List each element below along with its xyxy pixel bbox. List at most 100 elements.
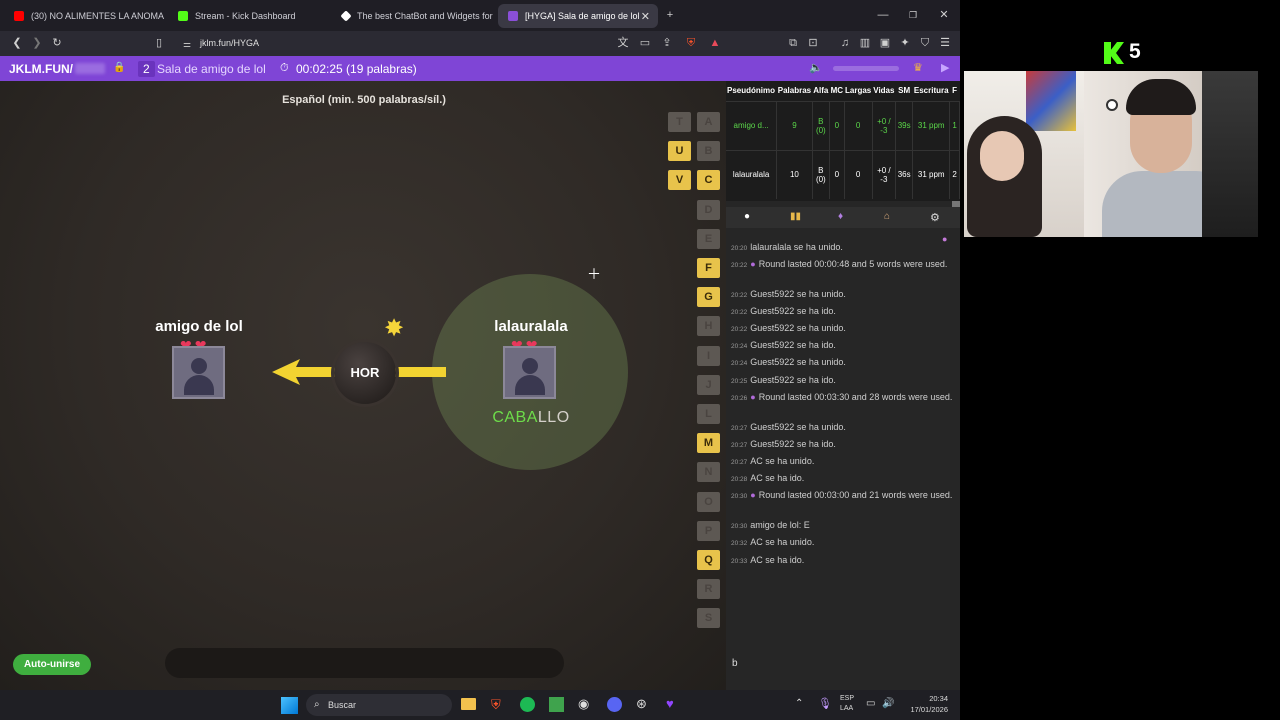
chat-timestamp: 20:27 bbox=[731, 442, 748, 449]
spotify-icon[interactable] bbox=[520, 697, 535, 712]
stats-header-cell[interactable]: SM bbox=[895, 81, 912, 101]
stats-table: Pseudónimo Palabras Alfa MC Largas Vidas SM Esc… bbox=[726, 81, 960, 199]
tab-botrix[interactable]: The best ChatBot and Widgets for Ki bbox=[332, 4, 494, 28]
stats-header-cell[interactable]: Largas bbox=[844, 81, 872, 101]
settings-tab-icon[interactable]: ⚙ bbox=[930, 211, 940, 224]
steam-icon[interactable]: ⊛ bbox=[636, 696, 647, 712]
lang-primary[interactable]: ESP bbox=[840, 695, 854, 702]
letter-tile: Q bbox=[697, 550, 720, 570]
ai-icon[interactable]: ✦ bbox=[898, 37, 912, 49]
chat-text: Guest5922 se ha ido. bbox=[750, 439, 836, 449]
sidebar-icon[interactable]: ▥ bbox=[858, 37, 872, 49]
maximize-icon[interactable]: ❐ bbox=[906, 9, 920, 21]
wallet-icon[interactable]: ▣ bbox=[878, 37, 892, 49]
letter-tile: V bbox=[668, 170, 691, 191]
auto-join-button[interactable]: Auto-unirse bbox=[13, 654, 91, 675]
menu-icon[interactable]: ☰ bbox=[938, 37, 952, 49]
network-icon[interactable]: ▭ bbox=[866, 698, 875, 709]
new-tab-icon[interactable]: + bbox=[663, 9, 677, 21]
site-brand[interactable]: JKLM.FUN/ bbox=[9, 62, 73, 76]
chat-timestamp: 20:33 bbox=[731, 558, 748, 565]
letter-tile: C bbox=[697, 170, 720, 191]
brave-rewards-icon[interactable]: ▲ bbox=[708, 37, 722, 49]
extensions-icon[interactable]: ⧉ bbox=[786, 37, 800, 49]
minimize-icon[interactable]: — bbox=[876, 9, 890, 21]
close-tab-icon[interactable]: ✕ bbox=[641, 10, 650, 23]
clock-date[interactable]: 17/01/2026 bbox=[896, 705, 948, 714]
kick-icon bbox=[178, 11, 188, 21]
tray-overflow-icon[interactable]: ⌃ bbox=[795, 698, 803, 709]
obs-icon[interactable]: ◉ bbox=[578, 696, 589, 712]
stats-header-cell[interactable]: Alfa bbox=[812, 81, 829, 101]
letter-tile: G bbox=[697, 287, 720, 308]
share-icon[interactable]: ⇪ bbox=[660, 37, 674, 49]
room-name: Sala de amigo de lol bbox=[157, 62, 266, 76]
forward-icon[interactable]: ❯ bbox=[30, 37, 44, 49]
tab-youtube[interactable]: (30) NO ALIMENTES LA ANOMALÍA | bbox=[4, 4, 164, 28]
game-area: Español (min. 500 palabras/síl.) HOR ✸ a… bbox=[0, 81, 726, 690]
file-explorer-icon[interactable] bbox=[461, 698, 476, 710]
chat-tab-icon[interactable]: ● bbox=[744, 211, 750, 222]
speaker-icon[interactable]: 🔊 bbox=[882, 698, 894, 709]
stats-header-cell[interactable]: MC bbox=[830, 81, 844, 101]
lang-secondary[interactable]: LAA bbox=[840, 705, 853, 712]
reload-icon[interactable]: ↻ bbox=[50, 37, 64, 49]
chat-text: Guest5922 se ha unido. bbox=[750, 289, 846, 299]
stats-row: lalauralala 10 B (0) 0 0 +0 / -3 36s 31 ppm 2 bbox=[726, 150, 960, 199]
heart-app-icon[interactable]: ♥ bbox=[666, 696, 674, 711]
screenshot-icon[interactable]: ⊡ bbox=[806, 37, 820, 49]
stats-cell: +0 / -3 bbox=[872, 101, 896, 150]
letter-tile: N bbox=[697, 462, 720, 483]
room-tab-icon[interactable]: ⌂ bbox=[884, 211, 890, 222]
brave-shield-icon[interactable]: ⛨ bbox=[684, 37, 698, 49]
stats-cell: 36s bbox=[895, 150, 914, 199]
collapse-sidebar-icon[interactable]: ▶ bbox=[941, 61, 949, 74]
rules-tab-icon[interactable]: ♦ bbox=[838, 211, 843, 222]
vpn-icon[interactable]: ⛉ bbox=[918, 37, 932, 49]
players-tab-icon[interactable]: ▮▮ bbox=[790, 211, 801, 222]
discord-icon[interactable] bbox=[607, 697, 622, 712]
game-rule: Español (min. 500 palabras/síl.) bbox=[282, 94, 446, 106]
chat-input[interactable]: b bbox=[727, 651, 959, 677]
stats-header-cell[interactable]: F bbox=[950, 81, 960, 101]
syllable: HOR bbox=[350, 365, 380, 380]
translate-icon[interactable]: 文 bbox=[616, 37, 630, 49]
windows-start-icon[interactable] bbox=[281, 697, 298, 714]
music-icon[interactable]: ♫ bbox=[838, 37, 852, 49]
search-box[interactable]: ⌕ Buscar bbox=[306, 694, 452, 716]
minecraft-icon[interactable] bbox=[549, 697, 564, 712]
chat-message: 20:28 AC se ha ido. bbox=[731, 473, 956, 485]
window-close-icon[interactable]: ✕ bbox=[937, 9, 951, 21]
volume-icon[interactable]: 🔈 bbox=[809, 61, 823, 74]
chat-message: 20:30 ● Round lasted 00:03:00 and 21 words… bbox=[731, 490, 956, 502]
room-code-hidden bbox=[75, 63, 105, 74]
stats-header-cell[interactable]: Vidas bbox=[872, 81, 895, 101]
volume-slider[interactable] bbox=[833, 66, 899, 71]
browser-window: (30) NO ALIMENTES LA ANOMALÍA | Stream -… bbox=[0, 0, 960, 720]
back-icon[interactable]: ❮ bbox=[10, 37, 24, 49]
stats-header-cell[interactable]: Pseudónimo bbox=[726, 81, 777, 101]
stats-header-cell[interactable]: Palabras bbox=[777, 81, 812, 101]
word-typed-part: CABA bbox=[492, 409, 538, 426]
tab-kick-dashboard[interactable]: Stream - Kick Dashboard bbox=[168, 4, 330, 28]
bookmark-icon[interactable]: ▯ bbox=[152, 37, 166, 49]
letter-tile: F bbox=[697, 258, 720, 278]
cast-icon[interactable]: ▭ bbox=[638, 37, 652, 49]
microphone-icon[interactable]: 🎙 bbox=[818, 697, 832, 710]
crown-icon[interactable]: ♛ bbox=[913, 61, 923, 74]
search-icon: ⌕ bbox=[314, 699, 320, 710]
clock-time[interactable]: 20:34 bbox=[904, 694, 948, 703]
navigation-bar: ❮ ❯ ↻ ▯ ⚌ jklm.fun/HYGA 文 ▭ ⇪ ⛨ ▲ ⧉ ⊡ ♫ … bbox=[0, 31, 960, 56]
jklm-icon bbox=[508, 11, 518, 21]
chat-message: 20:22 Guest5922 se ha unido. bbox=[731, 323, 956, 335]
brave-icon[interactable]: ⛨ bbox=[491, 697, 501, 713]
word-input[interactable] bbox=[165, 648, 564, 678]
chat-message: 20:22 Guest5922 se ha ido. bbox=[731, 306, 956, 318]
stats-header-cell[interactable]: Escritura bbox=[913, 81, 950, 101]
site-info-icon[interactable]: ⚌ bbox=[180, 38, 194, 50]
chat-timestamp: 20:27 bbox=[731, 459, 748, 466]
chat-timestamp: 20:24 bbox=[731, 360, 748, 367]
chat-timestamp: 20:22 bbox=[731, 292, 748, 299]
tab-jklm[interactable]: [HYGA] Sala de amigo de lol ✕ bbox=[498, 4, 658, 28]
stats-cell: B (0) bbox=[812, 150, 831, 199]
